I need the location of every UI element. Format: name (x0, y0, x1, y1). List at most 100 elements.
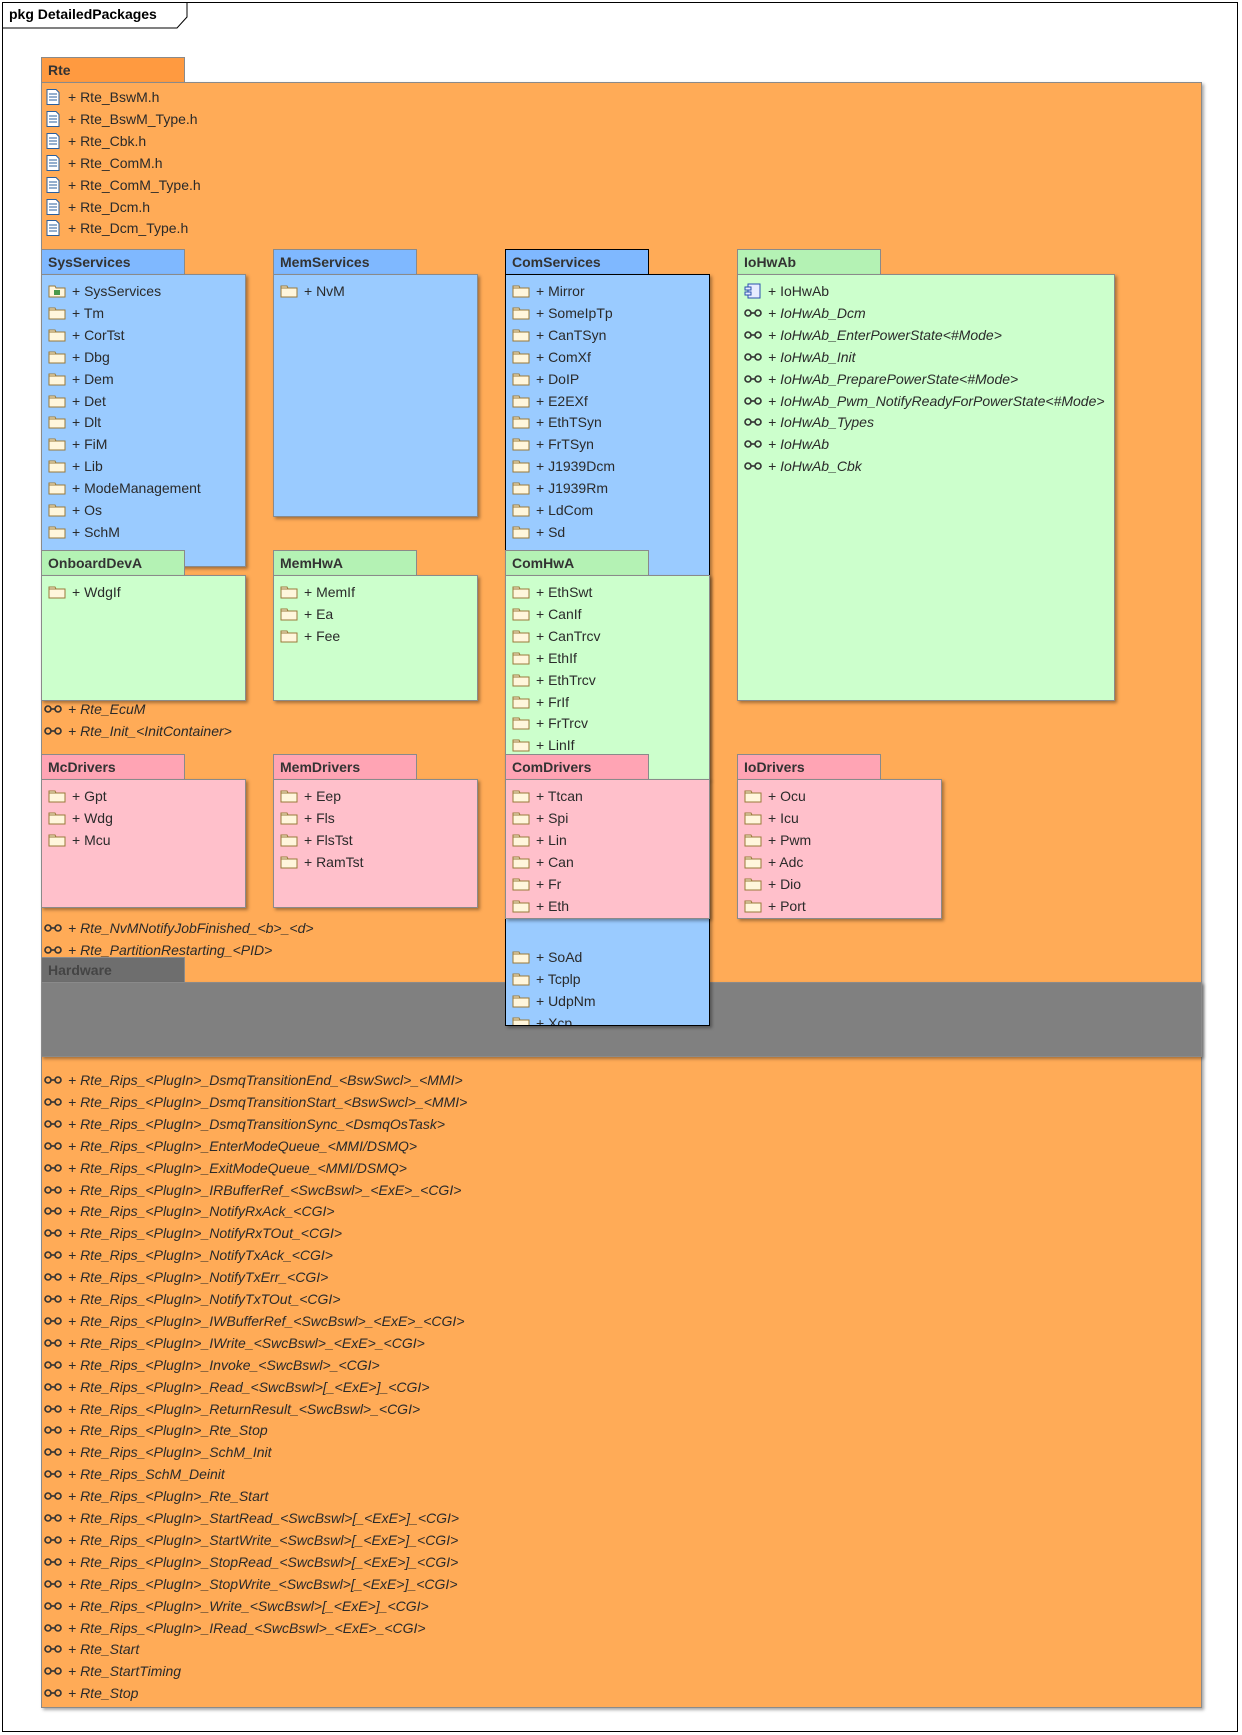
list-item-label: + Lin (536, 831, 567, 848)
list-item-label: + J1939Rm (536, 480, 608, 497)
package-mem-hw-a[interactable]: MemHwA + MemIf + Ea + Fee (273, 550, 478, 701)
package-io-hw-ab[interactable]: IoHwAb + IoHwAb + IoHwAb_Dcm + IoHwAb_Ente… (737, 249, 1115, 701)
list-item-label: + EthSwt (536, 584, 593, 600)
package-body: + SysServices + Tm + CorTst + Dbg + Dem + Det… (41, 274, 246, 567)
interface-icon (44, 1620, 62, 1636)
package-tab[interactable]: ComHwA (505, 550, 649, 576)
list-item-label: + Fr (536, 875, 562, 892)
list-item-label: + Fee (304, 627, 341, 644)
package-icon (280, 283, 298, 299)
list-item-label: + Rte_BswM_Type.h (68, 110, 198, 127)
package-icon (512, 283, 530, 299)
list-item-label: + Rte_Rips_<PlugIn>_NotifyTxErr_<CGI> (68, 1269, 329, 1286)
package-icon (512, 480, 530, 496)
interface-icon (44, 1116, 62, 1132)
list-item-label: + Rte_Stop (68, 1685, 139, 1702)
list-item-label: + Rte_Rips_<PlugIn>_ExitModeQueue_<MMI/D… (68, 1159, 407, 1176)
package-icon (744, 854, 762, 870)
list-item-label: + Rte_Init_<InitContainer> (68, 723, 232, 739)
package-sys-services[interactable]: SysServices + SysServices + Tm + CorTst + D… (41, 249, 246, 567)
list-item-label: + MemIf (304, 584, 355, 600)
package-body: + Eep + Fls + FlsTst + RamTst (273, 779, 478, 908)
package-mem-services[interactable]: MemServices + NvM (273, 249, 478, 517)
package-icon (280, 854, 298, 870)
list-item-label: + Fls (304, 809, 335, 826)
interface-icon (44, 1225, 62, 1241)
list-item-label: + FiM (72, 436, 108, 453)
package-icon (744, 788, 762, 804)
package-tab[interactable]: MemDrivers (273, 754, 417, 780)
package-tab[interactable]: OnboardDevA (41, 550, 185, 576)
list-item-label: + CanTSyn (536, 326, 607, 343)
list-item-label: + Eth (536, 897, 570, 914)
list-item-label: + Rte_Rips_<PlugIn>_Rte_Stop (68, 1422, 268, 1439)
list-item-label: + Rte_Rips_<PlugIn>_DsmqTransitionStart_… (68, 1093, 468, 1110)
package-tab[interactable]: SysServices (41, 249, 185, 275)
package-tab[interactable]: Rte (41, 57, 185, 83)
interface-icon (44, 1510, 62, 1526)
list-item-label: + Rte_Rips_<PlugIn>_SchM_Init (68, 1444, 272, 1461)
list-item-label: + NvM (304, 283, 345, 299)
interface-icon (44, 1598, 62, 1614)
package-tab[interactable]: McDrivers (41, 754, 185, 780)
package-icon (512, 502, 530, 518)
interface-icon (744, 458, 762, 474)
list-item-label: + Rte_Rips_<PlugIn>_IRead_<SwcBswl>_<ExE… (68, 1619, 426, 1636)
package-icon (744, 810, 762, 826)
list-item-label: + Rte_Rips_<PlugIn>_StartWrite_<SwcBswl>… (68, 1531, 459, 1548)
package-icon (512, 371, 530, 387)
package-icon (512, 414, 530, 430)
list-item-label: + Rte_Rips_<PlugIn>_NotifyRxTOut_<CGI> (68, 1225, 343, 1242)
package-icon (512, 971, 530, 987)
package-tab[interactable]: ComServices (505, 249, 649, 275)
package-mc-drivers[interactable]: McDrivers + Gpt + Wdg + Mcu (41, 754, 246, 908)
package-icon (512, 349, 530, 365)
package-icon (512, 672, 530, 688)
list-item-label: + Rte_Rips_<PlugIn>_NotifyTxAck_<CGI> (68, 1247, 333, 1264)
package-tab[interactable]: IoHwAb (737, 249, 881, 275)
package-icon (512, 810, 530, 826)
list-item-label: + EthIf (536, 649, 577, 666)
package-body: + Gpt + Wdg + Mcu (41, 779, 246, 908)
package-com-drivers[interactable]: ComDrivers + Ttcan + Spi + Lin + Can + Fr + E… (505, 754, 710, 919)
package-icon (512, 327, 530, 343)
package-tab[interactable]: MemServices (273, 249, 417, 275)
package-tab[interactable]: MemHwA (273, 550, 417, 576)
interface-icon (44, 1379, 62, 1395)
frame-title: pkg DetailedPackages (9, 6, 157, 22)
package-icon (512, 584, 530, 600)
package-icon (512, 458, 530, 474)
interface-icon (44, 1488, 62, 1504)
list-item-label: + SoAd (536, 949, 583, 965)
list-item-label: + Gpt (72, 788, 107, 804)
package-com-hw-a[interactable]: ComHwA + EthSwt + CanIf + CanTrcv + EthIf + … (505, 550, 710, 780)
list-item-label: + IoHwAb_Cbk (768, 458, 862, 475)
interface-icon (44, 1466, 62, 1482)
package-tab[interactable]: ComDrivers (505, 754, 649, 780)
list-item-label: + Spi (536, 809, 569, 826)
interface-icon (744, 414, 762, 430)
package-icon (48, 502, 66, 518)
list-item-label: + CanIf (536, 605, 582, 622)
package-io-drivers[interactable]: IoDrivers + Ocu + Icu + Pwm + Adc + Dio + Por… (737, 754, 942, 919)
package-tab[interactable]: Hardware (41, 957, 185, 983)
package-icon (512, 606, 530, 622)
list-item-label: + IoHwAb_Init (768, 348, 856, 365)
package-body: + Ocu + Icu + Pwm + Adc + Dio + Port (737, 779, 942, 919)
package-body: + EthSwt + CanIf + CanTrcv + EthIf + EthTrcv… (505, 575, 710, 780)
package-icon (744, 898, 762, 914)
package-icon (744, 832, 762, 848)
package-icon (280, 584, 298, 600)
list-item-label: + EthTrcv (536, 671, 596, 688)
list-item-label: + Rte_Rips_<PlugIn>_IWBufferRef_<SwcBswl… (68, 1312, 465, 1329)
package-icon (512, 949, 530, 965)
package-onboard-dev-a[interactable]: OnboardDevA + WdgIf (41, 550, 246, 701)
package-mem-drivers[interactable]: MemDrivers + Eep + Fls + FlsTst + RamTst (273, 754, 478, 908)
list-item-label: + FlsTst (304, 831, 353, 848)
package-icon (48, 393, 66, 409)
package-tab[interactable]: IoDrivers (737, 754, 881, 780)
list-item-label: + Os (72, 502, 102, 518)
list-item-label: + FrTSyn (536, 436, 594, 453)
list-item-label: + Rte_Rips_<PlugIn>_Rte_Start (68, 1488, 269, 1505)
list-item-label: + Rte_Rips_<PlugIn>_StopRead_<SwcBswl>[_… (68, 1553, 459, 1570)
